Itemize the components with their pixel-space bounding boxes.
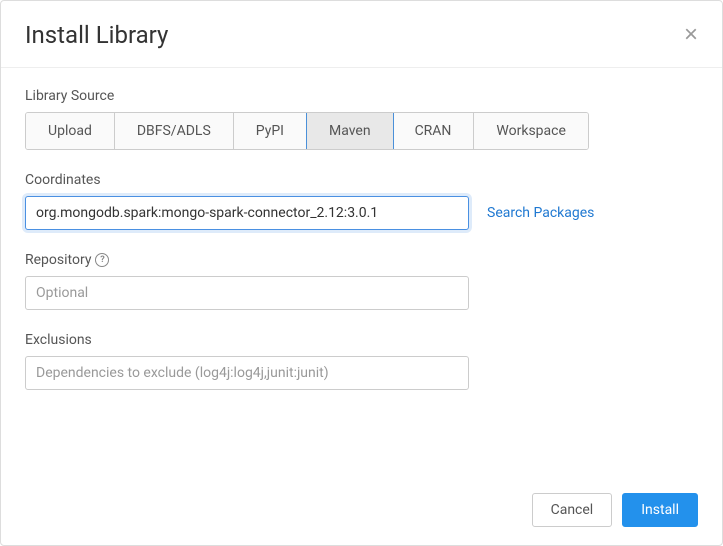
modal-body: Library Source Upload DBFS/ADLS PyPI Mav…	[1, 68, 722, 479]
tab-pypi[interactable]: PyPI	[234, 113, 307, 149]
modal-footer: Cancel Install	[1, 479, 722, 545]
tab-upload[interactable]: Upload	[26, 113, 115, 149]
modal-header: Install Library ×	[1, 1, 722, 68]
tab-maven[interactable]: Maven	[306, 112, 394, 150]
library-source-tabs: Upload DBFS/ADLS PyPI Maven CRAN Workspa…	[25, 112, 589, 150]
tab-dbfs-adls[interactable]: DBFS/ADLS	[115, 113, 234, 149]
help-icon[interactable]: ?	[95, 253, 109, 267]
coordinates-section: Coordinates Search Packages	[25, 172, 698, 230]
coordinates-label: Coordinates	[25, 172, 698, 188]
close-button[interactable]: ×	[684, 23, 698, 47]
install-button[interactable]: Install	[622, 493, 698, 527]
repository-section: Repository ?	[25, 252, 698, 310]
coordinates-row: Search Packages	[25, 196, 698, 230]
library-source-section: Library Source Upload DBFS/ADLS PyPI Mav…	[25, 88, 698, 150]
repository-label-row: Repository ?	[25, 252, 698, 268]
modal-title: Install Library	[25, 21, 168, 49]
repository-input[interactable]	[25, 276, 469, 310]
exclusions-section: Exclusions	[25, 332, 698, 390]
exclusions-input[interactable]	[25, 356, 469, 390]
library-source-label: Library Source	[25, 88, 698, 104]
install-library-modal: Install Library × Library Source Upload …	[0, 0, 723, 546]
cancel-button[interactable]: Cancel	[532, 493, 613, 527]
search-packages-link[interactable]: Search Packages	[487, 205, 594, 221]
coordinates-input[interactable]	[25, 196, 469, 230]
tab-workspace[interactable]: Workspace	[474, 113, 588, 149]
exclusions-label: Exclusions	[25, 332, 698, 348]
repository-label: Repository	[25, 252, 91, 268]
close-icon: ×	[684, 21, 698, 48]
tab-cran[interactable]: CRAN	[393, 113, 475, 149]
